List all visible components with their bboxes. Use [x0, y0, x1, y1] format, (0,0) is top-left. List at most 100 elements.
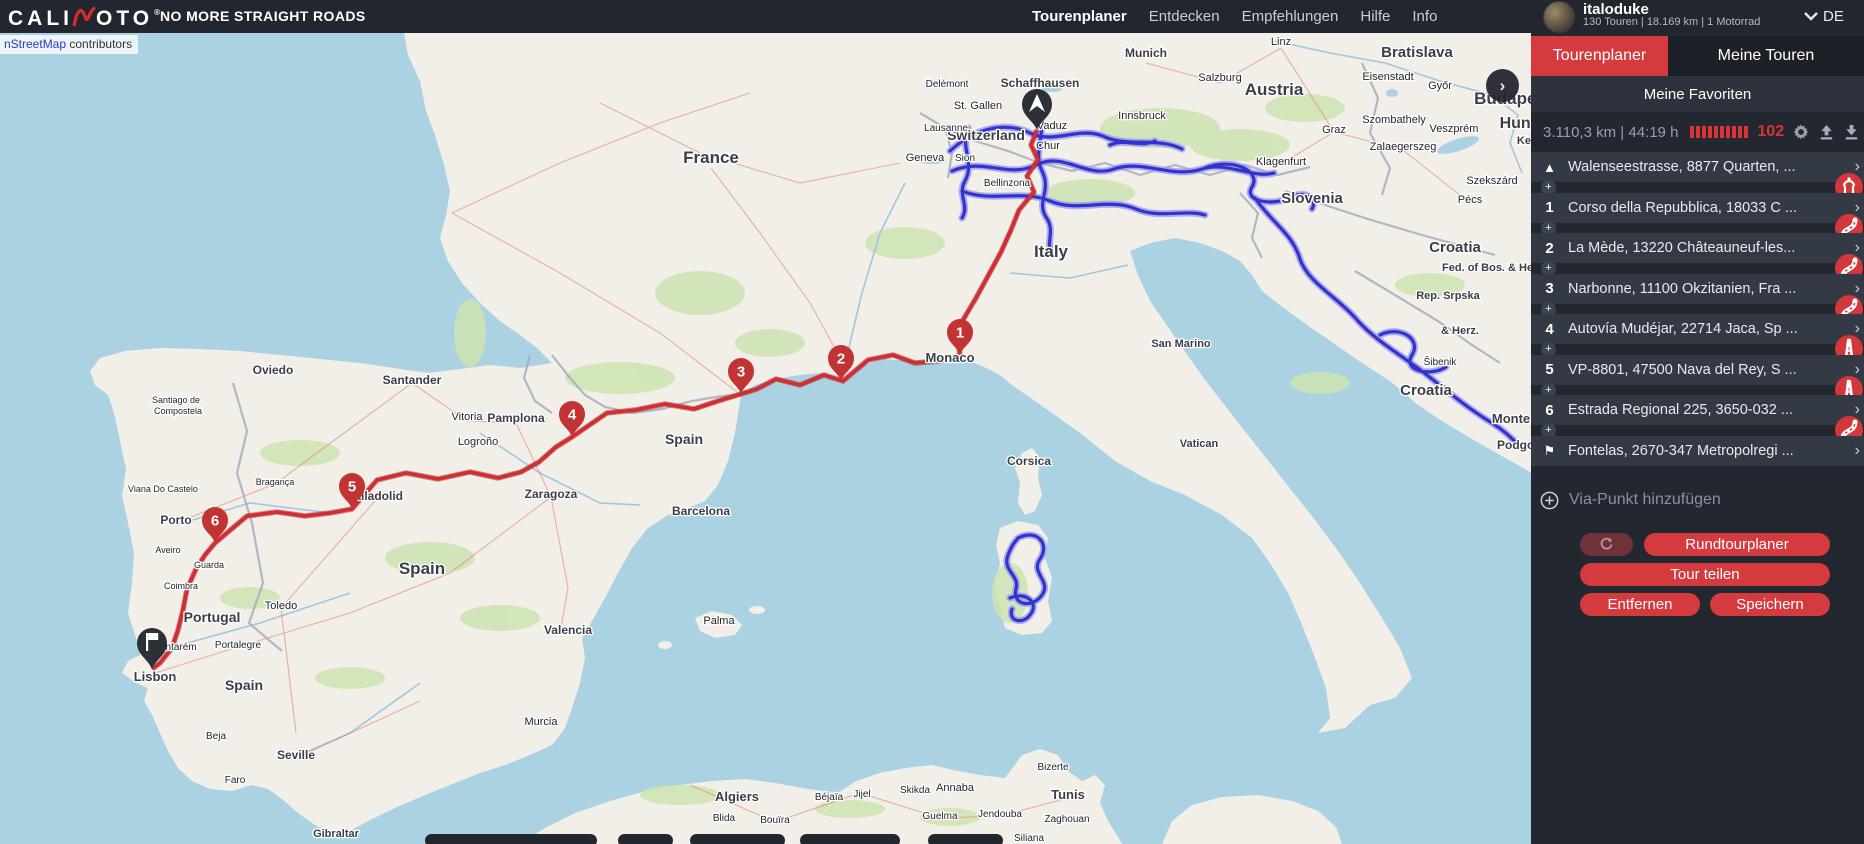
- map-canvas[interactable]: FranceSwitzerlandAustriaItalySpainSpainS…: [0, 33, 1531, 844]
- map-label: Portugal: [184, 609, 241, 625]
- waypoint-label: Estrada Regional 225, 3650-032 ...: [1568, 402, 1830, 418]
- map-label: Barcelona: [672, 504, 730, 518]
- map-label: Gibraltar: [313, 828, 360, 840]
- map-label: Szombathely: [1362, 114, 1426, 126]
- map-label: Guelma: [922, 811, 957, 822]
- map-label: Tunis: [1051, 787, 1085, 802]
- logo-text-left: CALI: [8, 7, 73, 31]
- curviness-bar: [1696, 126, 1700, 138]
- language-switcher[interactable]: DE: [1804, 8, 1844, 25]
- waypoint-row-6[interactable]: 6Estrada Regional 225, 3650-032 ...›: [1531, 395, 1864, 425]
- map-label: Sion: [955, 153, 975, 164]
- pin-number: 4: [568, 407, 577, 424]
- nav-item-tourenplaner[interactable]: Tourenplaner: [1032, 8, 1127, 25]
- map-label: Annaba: [936, 782, 975, 794]
- map-label: Salzburg: [1198, 72, 1241, 84]
- map-label: Spain: [225, 677, 263, 693]
- waypoint-row-1[interactable]: 1Corso della Repubblica, 18033 C ...›: [1531, 193, 1864, 223]
- map-popup-pill[interactable]: [928, 834, 1003, 844]
- calimoto-logo[interactable]: CALIOTO ®: [8, 3, 160, 35]
- tour-distance-duration: 3.110,3 km | 44:19 h: [1543, 124, 1678, 141]
- chevron-right-icon: ›: [1855, 436, 1860, 466]
- save-button[interactable]: Speichern: [1710, 593, 1830, 616]
- map-label: & Herz.: [1441, 325, 1479, 337]
- favorites-header[interactable]: Meine Favoriten: [1531, 76, 1864, 112]
- pin-number: 3: [737, 364, 745, 381]
- map-label: Coimbra: [164, 581, 198, 591]
- map-label: Pamplona: [487, 411, 545, 425]
- map-popup-pill[interactable]: [690, 834, 785, 844]
- map-label: Graz: [1322, 124, 1346, 136]
- map-label: Győr: [1428, 80, 1452, 92]
- waypoint-row-flag[interactable]: ⚑Fontelas, 2670-347 Metropolregi ...›: [1531, 436, 1864, 466]
- map-label: Toledo: [265, 600, 297, 612]
- waypoint-number: 3: [1531, 280, 1568, 297]
- roundtour-button[interactable]: Rundtourplaner: [1644, 533, 1830, 556]
- pin-number: 1: [956, 325, 964, 342]
- map-label: Linz: [1271, 36, 1291, 48]
- curviness-bar: [1714, 126, 1718, 138]
- nav-item-entdecken[interactable]: Entdecken: [1149, 8, 1220, 25]
- waypoint-row-3[interactable]: 3Narbonne, 11100 Okzitanien, Fra ...›: [1531, 274, 1864, 304]
- add-via-label: Via-Punkt hinzufügen: [1569, 491, 1721, 509]
- map-label: Lisbon: [134, 669, 177, 684]
- waypoint-row-4[interactable]: 4Autovía Mudéjar, 22714 Jaca, Sp ...›: [1531, 314, 1864, 344]
- map-label: Bouïra: [760, 815, 790, 826]
- add-via-point[interactable]: Via-Punkt hinzufügen: [1531, 485, 1864, 515]
- map-popup-pill[interactable]: [618, 834, 673, 844]
- map-label: Pécs: [1458, 194, 1483, 206]
- map-label: Rep. Srpska: [1416, 290, 1480, 302]
- map-label: Croatia: [1400, 382, 1452, 399]
- map-label: Italy: [1034, 242, 1069, 261]
- map-label: Viana Do Castelo: [128, 484, 198, 494]
- waypoint-row-2[interactable]: 2La Mède, 13220 Châteauneuf-les...›: [1531, 233, 1864, 263]
- map-label: Bellinzona: [984, 178, 1031, 189]
- share-tour-button[interactable]: Tour teilen: [1580, 563, 1830, 586]
- map-popup-pill[interactable]: [800, 834, 900, 844]
- map-label: Schaffhausen: [1001, 76, 1080, 90]
- map-label: San Marino: [1151, 338, 1211, 350]
- osm-link[interactable]: nStreetMap: [4, 37, 66, 51]
- map-label: Innsbruck: [1118, 110, 1166, 122]
- export-upload-icon[interactable]: [1818, 124, 1835, 141]
- curviness-bar: [1708, 126, 1712, 138]
- leg-separator: +: [1531, 425, 1864, 436]
- panel-collapse-button[interactable]: ›: [1486, 69, 1519, 102]
- pin-number: 5: [348, 479, 356, 496]
- tab-tourenplaner[interactable]: Tourenplaner: [1531, 36, 1668, 76]
- map-popup-pill[interactable]: [425, 834, 597, 844]
- map-label: Oviedo: [253, 363, 294, 377]
- map-label: Szekszárd: [1466, 175, 1517, 187]
- user-block[interactable]: italoduke 130 Touren | 18.169 km | 1 Mot…: [1543, 0, 1844, 33]
- remove-button[interactable]: Entfernen: [1580, 593, 1700, 616]
- map-label: Delémont: [926, 79, 969, 90]
- reroute-refresh-button[interactable]: [1580, 533, 1633, 556]
- import-download-icon[interactable]: [1843, 124, 1860, 141]
- map-label: Murcia: [524, 716, 558, 728]
- map-label: Klagenfurt: [1256, 156, 1306, 168]
- map-label: Austria: [1245, 80, 1304, 99]
- map-label: Jijel: [853, 789, 870, 800]
- waypoint-row-5[interactable]: 5VP-8801, 47500 Nava del Rey, S ...›: [1531, 355, 1864, 385]
- osm-attribution[interactable]: nStreetMap contributors: [0, 35, 138, 54]
- map-label: Santiago de: [152, 395, 200, 405]
- waypoint-label: Corso della Repubblica, 18033 C ...: [1568, 200, 1830, 216]
- avatar[interactable]: [1543, 1, 1575, 33]
- map-label: Corsica: [1007, 454, 1051, 468]
- waypoint-label: La Mède, 13220 Châteauneuf-les...: [1568, 240, 1830, 256]
- waypoint-label: Fontelas, 2670-347 Metropolregi ...: [1568, 443, 1830, 459]
- nav-item-info[interactable]: Info: [1412, 8, 1437, 25]
- top-bar: CALIOTO ® NO MORE STRAIGHT ROADS Tourenp…: [0, 0, 1864, 33]
- map-label: Algiers: [715, 789, 759, 804]
- waypoint-row-start[interactable]: ▲Walenseestrasse, 8877 Quarten, ...›: [1531, 152, 1864, 182]
- settings-gear-icon[interactable]: [1792, 123, 1810, 141]
- waypoint-number: 5: [1531, 361, 1568, 378]
- nav-item-hilfe[interactable]: Hilfe: [1360, 8, 1390, 25]
- map-label: Spain: [399, 559, 445, 578]
- language-label: DE: [1823, 8, 1844, 25]
- map-label: Valencia: [544, 623, 592, 637]
- chevron-down-icon: [1804, 8, 1818, 25]
- map-label: Slovenia: [1281, 190, 1343, 207]
- nav-item-empfehlungen[interactable]: Empfehlungen: [1242, 8, 1339, 25]
- tab-meine-touren[interactable]: Meine Touren: [1668, 36, 1864, 76]
